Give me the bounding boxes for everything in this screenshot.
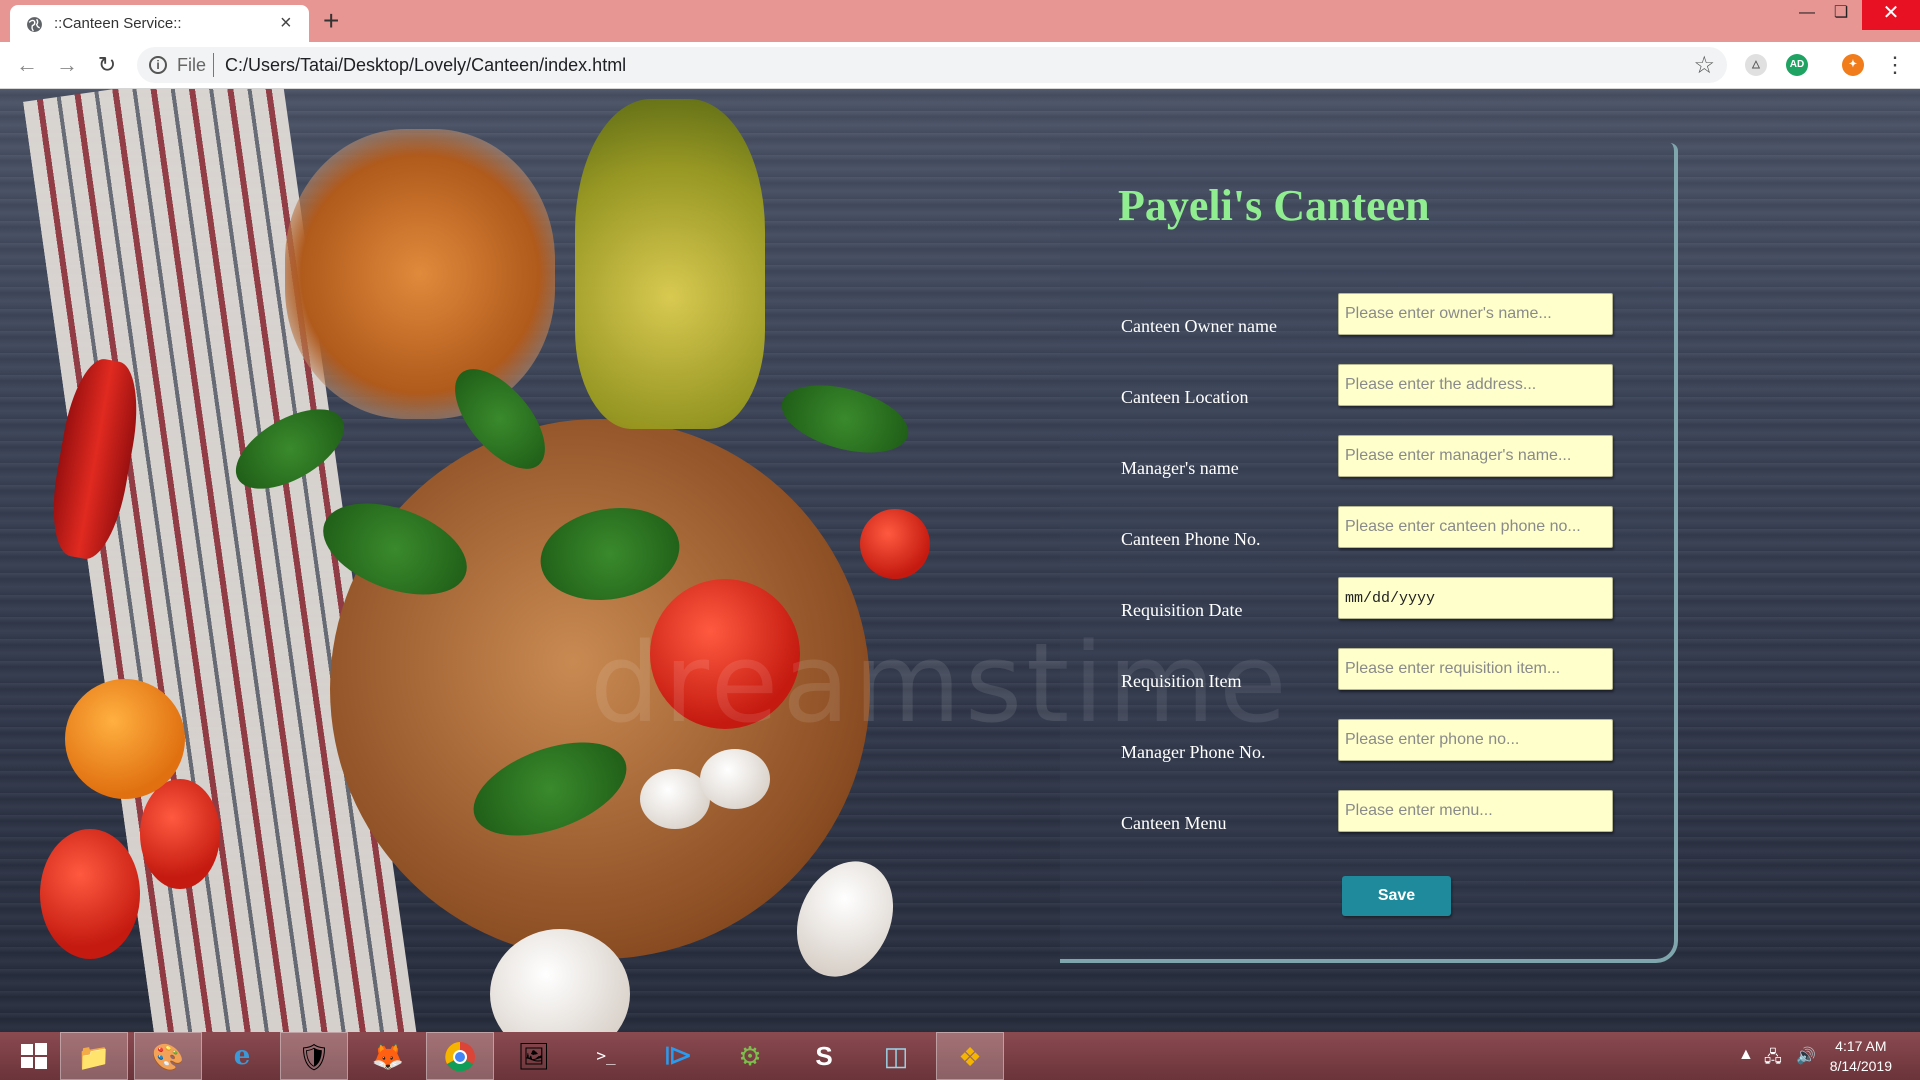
skype-icon[interactable]: S <box>790 1032 858 1080</box>
owner-name-input[interactable] <box>1338 293 1613 335</box>
manager-name-label: Manager's name <box>1121 458 1239 478</box>
garlic-clove-illustration <box>640 769 710 829</box>
clock-time: 4:17 AM <box>1835 1038 1887 1054</box>
file-scheme-label: File <box>177 55 207 75</box>
requisition-date-label: Requisition Date <box>1121 600 1243 620</box>
cherry-tomato-illustration <box>860 509 930 579</box>
file-explorer-icon[interactable]: 📁 <box>60 1032 128 1080</box>
requisition-item-input[interactable] <box>1338 648 1613 690</box>
owner-name-label: Canteen Owner name <box>1121 316 1277 336</box>
tray-expand-icon[interactable]: ▲ <box>1738 1046 1754 1064</box>
basil-leaf-illustration <box>774 373 916 465</box>
basil-leaf-illustration <box>438 353 562 485</box>
url-text[interactable]: C:/Users/Tatai/Desktop/Lovely/Canteen/in… <box>225 55 626 76</box>
extension-drive-icon[interactable]: △ <box>1745 54 1767 76</box>
manager-phone-input[interactable] <box>1338 719 1613 761</box>
basil-leaf-illustration <box>223 393 357 505</box>
start-windows-icon[interactable] <box>0 1032 68 1080</box>
tab-title: ::Canteen Service:: <box>54 15 182 32</box>
save-button[interactable]: Save <box>1342 876 1451 916</box>
notes-app-icon[interactable]: ◫ <box>862 1032 930 1080</box>
address-separator <box>213 53 214 77</box>
basil-leaf-illustration <box>533 497 687 611</box>
restore-button[interactable]: ❏ <box>1824 0 1858 30</box>
form-panel <box>1060 143 1678 963</box>
cutting-board-illustration <box>330 419 870 959</box>
pasta-jar-illustration <box>285 129 555 419</box>
requisition-date-input[interactable] <box>1338 577 1613 619</box>
globe-icon <box>27 17 42 32</box>
minimize-button[interactable]: — <box>1790 0 1824 30</box>
tomato-illustration <box>40 829 140 959</box>
browser-toolbar: ← → ↻ i File C:/Users/Tatai/Desktop/Love… <box>0 42 1920 89</box>
canteen-phone-input[interactable] <box>1338 506 1613 548</box>
paint-app-icon[interactable]: 🎨 <box>134 1032 202 1080</box>
network-icon[interactable]: 🖧 <box>1764 1046 1782 1073</box>
volume-icon[interactable]: 🔊 <box>1796 1046 1816 1066</box>
internet-explorer-icon[interactable]: e <box>208 1032 276 1080</box>
clock-date: 8/14/2019 <box>1829 1058 1892 1074</box>
info-icon[interactable]: i <box>149 56 167 74</box>
chrome-icon[interactable] <box>426 1032 494 1080</box>
basil-leaf-illustration <box>461 724 639 854</box>
menu-dots-icon[interactable]: ⋮ <box>1880 50 1910 80</box>
basil-leaf-illustration <box>310 485 480 613</box>
requisition-item-label: Requisition Item <box>1121 671 1242 691</box>
oil-bottle-illustration <box>575 99 765 429</box>
canteen-phone-label: Canteen Phone No. <box>1121 529 1261 549</box>
address-bar[interactable]: i File C:/Users/Tatai/Desktop/Lovely/Can… <box>137 47 1727 83</box>
android-studio-icon[interactable]: ⚙ <box>716 1032 784 1080</box>
canteen-menu-input[interactable] <box>1338 790 1613 832</box>
new-tab-button[interactable]: + <box>323 4 339 38</box>
system-clock[interactable]: 4:17 AM 8/14/2019 <box>1830 1036 1892 1076</box>
canteen-menu-label: Canteen Menu <box>1121 813 1227 833</box>
location-input[interactable] <box>1338 364 1613 406</box>
tomato-illustration <box>650 579 800 729</box>
kite-app-icon[interactable]: ❖ <box>936 1032 1004 1080</box>
manager-phone-label: Manager Phone No. <box>1121 742 1266 762</box>
windows-taskbar: 📁 🎨 e 🛡 🦊 🖼 >_ ⧐ ⚙ S ◫ ❖ ▲ 🖧 🔊 4:17 AM 8… <box>0 1032 1920 1080</box>
back-icon[interactable]: ← <box>12 50 42 80</box>
orange-tomato-illustration <box>65 679 185 799</box>
command-prompt-icon[interactable]: >_ <box>572 1032 640 1080</box>
forward-icon[interactable]: → <box>52 50 82 80</box>
garlic-illustration <box>490 929 630 1032</box>
kitchen-towel-illustration <box>23 89 417 1032</box>
red-pepper-illustration <box>43 354 147 564</box>
manager-name-input[interactable] <box>1338 435 1613 477</box>
shield-browser-icon[interactable]: 🛡 <box>280 1032 348 1080</box>
browser-tab[interactable]: ::Canteen Service:: × <box>10 5 309 42</box>
extension-adguard-icon[interactable]: AD <box>1786 54 1808 76</box>
close-tab-icon[interactable]: × <box>280 12 292 35</box>
page-content: dreamstime <box>0 89 1920 1032</box>
salt-spoon-illustration <box>778 845 912 993</box>
browser-titlebar: ::Canteen Service:: × + — ❏ ✕ <box>0 0 1920 42</box>
firefox-icon[interactable]: 🦊 <box>354 1032 422 1080</box>
extension-fox-icon[interactable]: ✦ <box>1842 54 1864 76</box>
window-close-button[interactable]: ✕ <box>1862 0 1920 30</box>
image-viewer-icon[interactable]: 🖼 <box>500 1032 568 1080</box>
location-label: Canteen Location <box>1121 387 1249 407</box>
page-title: Payeli's Canteen <box>1118 181 1430 230</box>
vscode-icon[interactable]: ⧐ <box>644 1032 712 1080</box>
bookmark-star-icon[interactable]: ☆ <box>1693 51 1715 80</box>
tomato-illustration <box>140 779 220 889</box>
garlic-clove-illustration <box>700 749 770 809</box>
reload-icon[interactable]: ↻ <box>92 50 122 80</box>
